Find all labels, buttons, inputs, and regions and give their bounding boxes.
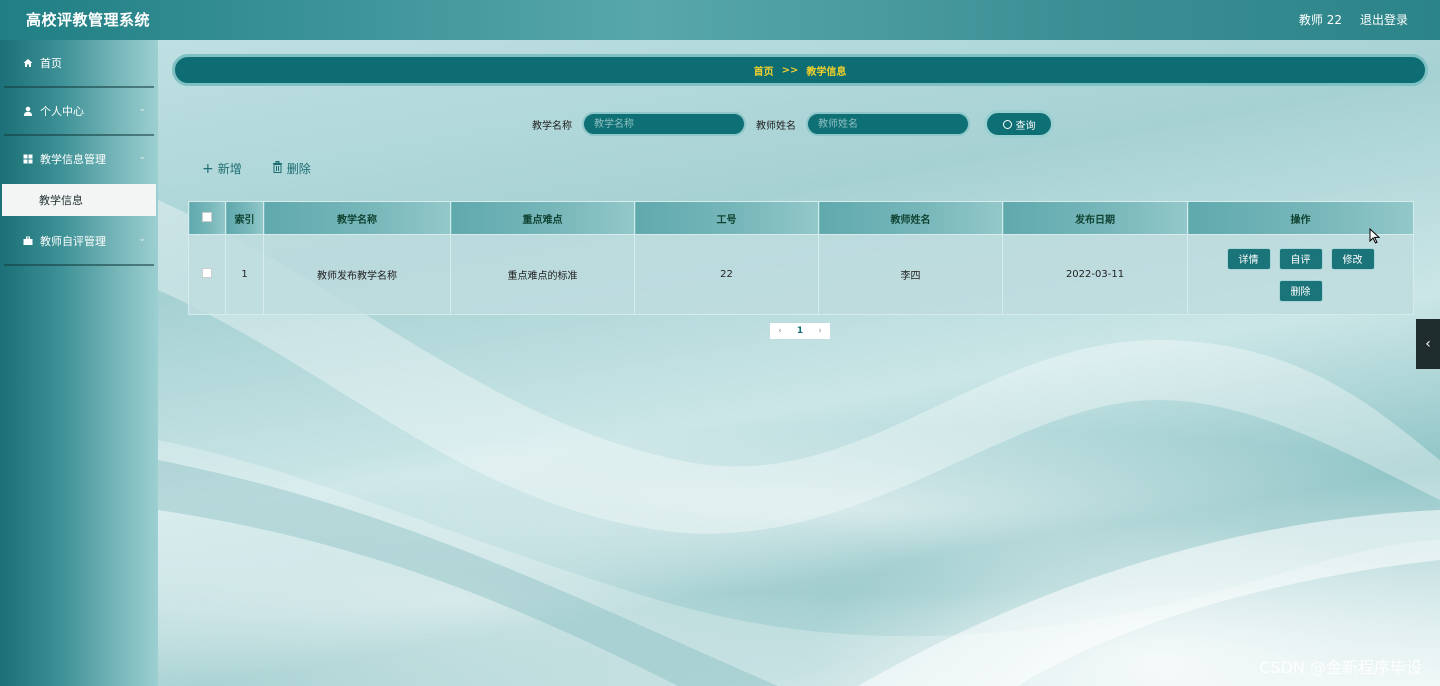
select-all-cell	[188, 201, 226, 235]
breadcrumb-separator: >>	[781, 64, 799, 76]
cell-focus: 重点难点的标准	[450, 234, 635, 315]
chevron-down-icon: ⌄	[138, 234, 146, 244]
collapse-panel-button[interactable]: ‹	[1416, 319, 1440, 369]
row-delete-button[interactable]: 删除	[1278, 279, 1323, 302]
breadcrumb-current: 教学信息	[806, 66, 847, 78]
mouse-cursor-icon	[1369, 228, 1381, 244]
row-select-cell	[188, 234, 226, 315]
detail-button[interactable]: 详情	[1226, 247, 1271, 270]
user-icon	[22, 105, 34, 117]
column-header: 教学名称	[263, 201, 451, 235]
sidebar: 首页 个人中心 ⌄ 教学信息管理 ⌄ 教学信息 教师自评管理 ⌄	[0, 40, 158, 686]
toolbar: + 新增 删除	[202, 160, 341, 177]
trash-icon	[272, 160, 283, 177]
cell-teaching-name: 教师发布教学名称	[263, 234, 451, 315]
delete-button[interactable]: 删除	[272, 160, 311, 177]
next-page-button[interactable]: ›	[810, 326, 830, 336]
cell-operations: 详情 自评 修改 删除	[1187, 234, 1414, 315]
sidebar-item-label: 教学信息管理	[40, 153, 106, 166]
sidebar-item-label: 个人中心	[40, 105, 84, 118]
sidebar-item-teaching-info[interactable]: 教学信息管理 ⌄	[0, 136, 158, 182]
search-label-teacher: 教师姓名	[756, 120, 796, 132]
add-button[interactable]: + 新增	[202, 160, 242, 177]
table-header-row: 索引 教学名称 重点难点 工号 教师姓名 发布日期 操作	[188, 201, 1414, 235]
teaching-name-input[interactable]	[582, 112, 746, 136]
column-header: 教师姓名	[818, 201, 1003, 235]
cell-teacher-name: 李四	[818, 234, 1003, 315]
chevron-down-icon: ⌄	[138, 104, 146, 114]
pagination: ‹ 1 ›	[770, 323, 830, 339]
main-content: 首页 >> 教学信息 教学名称 教师姓名 查询 + 新增 删除	[158, 40, 1440, 686]
briefcase-icon	[22, 235, 34, 247]
breadcrumb-home[interactable]: 首页	[754, 63, 774, 78]
chevron-down-icon: ⌄	[138, 152, 146, 162]
home-icon	[22, 57, 34, 69]
sidebar-item-profile[interactable]: 个人中心 ⌄	[0, 88, 158, 134]
add-button-label: 新增	[217, 162, 242, 176]
self-eval-button[interactable]: 自评	[1278, 247, 1323, 270]
logout-link[interactable]: 退出登录	[1360, 11, 1408, 28]
cell-publish-date: 2022-03-11	[1002, 234, 1188, 315]
column-header: 工号	[634, 201, 819, 235]
edit-button[interactable]: 修改	[1330, 247, 1375, 270]
sidebar-item-label: 首页	[40, 57, 62, 70]
app-title: 高校评教管理系统	[26, 11, 151, 29]
sidebar-item-self-eval[interactable]: 教师自评管理 ⌄	[0, 218, 158, 264]
column-header: 索引	[225, 201, 264, 235]
row-checkbox[interactable]	[202, 268, 212, 278]
top-header: 高校评教管理系统 教师 22 退出登录	[0, 0, 1440, 40]
data-table: 索引 教学名称 重点难点 工号 教师姓名 发布日期 操作 1 教师发布教学名称 …	[188, 201, 1414, 315]
sidebar-item-home[interactable]: 首页	[0, 40, 158, 86]
search-icon	[1002, 119, 1012, 129]
cell-job-id: 22	[634, 234, 819, 315]
current-user: 教师 22	[1298, 13, 1342, 27]
select-all-checkbox[interactable]	[202, 211, 212, 222]
delete-button-label: 删除	[286, 162, 311, 176]
sidebar-subitem-teaching-info[interactable]: 教学信息	[2, 184, 156, 216]
search-label-name: 教学名称	[532, 120, 572, 132]
column-header: 重点难点	[450, 201, 635, 235]
sidebar-divider	[4, 264, 154, 266]
page-number[interactable]: 1	[790, 326, 810, 336]
cell-index: 1	[225, 234, 264, 315]
watermark: CSDN @金新程序毕设	[1259, 658, 1422, 677]
grid-icon	[22, 153, 34, 165]
plus-icon: +	[202, 160, 214, 177]
prev-page-button[interactable]: ‹	[770, 326, 790, 336]
table-row: 1 教师发布教学名称 重点难点的标准 22 李四 2022-03-11 详情 自…	[188, 234, 1414, 315]
sidebar-item-label: 教师自评管理	[40, 235, 106, 248]
column-header: 发布日期	[1002, 201, 1188, 235]
query-button-label: 查询	[1015, 120, 1036, 132]
teacher-name-input[interactable]	[806, 112, 970, 136]
chevron-left-icon: ‹	[1425, 336, 1431, 352]
breadcrumb: 首页 >> 教学信息	[172, 54, 1428, 86]
query-button[interactable]: 查询	[984, 110, 1054, 138]
search-bar: 教学名称 教师姓名 查询	[532, 110, 1054, 138]
